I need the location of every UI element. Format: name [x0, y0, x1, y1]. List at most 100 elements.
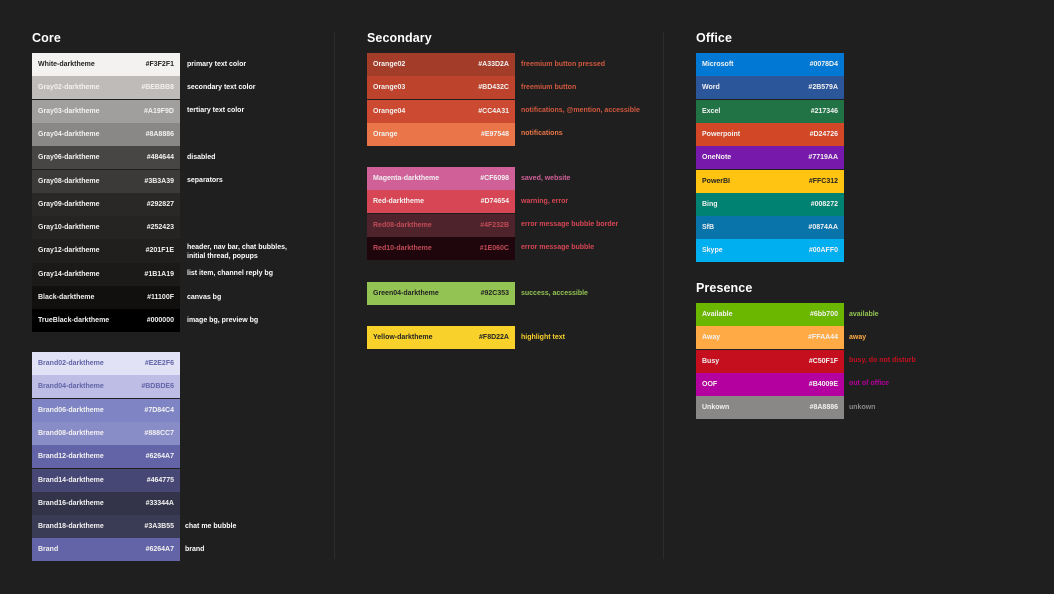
swatch-usage-note-line: list item, channel reply bg	[187, 270, 273, 278]
swatch-name: Brand14-darktheme	[38, 476, 104, 484]
swatch-usage-note-line: header, nav bar, chat bubbles,	[187, 244, 287, 252]
swatch-usage-note: image bg, preview bg	[187, 317, 258, 326]
presence-heading: Presence	[696, 281, 753, 295]
swatch-name: Black-darktheme	[38, 294, 95, 301]
swatch-usage-note: list item, channel reply bg	[187, 270, 273, 279]
swatch-usage-note-line: freemium button	[521, 83, 577, 91]
swatch-hex: #4F232B	[480, 221, 509, 229]
swatch-usage-note: brand	[185, 546, 204, 555]
color-swatch: Green04-darktheme #92C353	[367, 282, 515, 305]
color-swatch: Bing #008272	[696, 192, 844, 216]
color-swatch: Brand16-darktheme #33344A	[32, 491, 180, 515]
color-swatch: Orange02 #A33D2A	[367, 53, 515, 76]
swatch-usage-note-line: brand	[185, 545, 205, 553]
color-swatch: Microsoft #0078D4	[696, 53, 844, 76]
swatch-usage-note-line: secondary text color	[187, 83, 256, 91]
swatch-usage-note: separators	[187, 177, 223, 186]
swatch-usage-note-line: canvas bg	[187, 293, 222, 301]
swatch-hex: #8A8886	[145, 130, 174, 138]
swatch-usage-note-line: primary text color	[187, 60, 247, 68]
color-swatch: PowerBI #FFC312	[696, 169, 844, 193]
swatch-usage-note: freemium button pressed	[521, 61, 605, 70]
swatch-name: White-darktheme	[38, 61, 95, 68]
swatch-hex: #BD432C	[478, 84, 509, 92]
swatch-usage-note-line: image bg, preview bg	[187, 316, 259, 324]
color-swatch: Brand04-darktheme #BDBDE6	[32, 375, 180, 399]
swatch-name: Word	[702, 84, 720, 92]
color-swatch: Red08-darktheme #4F232B	[367, 213, 515, 237]
swatch-name: Powerpoint	[702, 130, 741, 138]
color-swatch: Away #FFAA44	[696, 326, 844, 350]
swatch-hex: #3B3A39	[144, 177, 174, 185]
swatch-name: Brand12-darktheme	[38, 453, 104, 461]
swatch-hex: #1E060C	[479, 244, 509, 252]
swatch-usage-note: success, accessible	[521, 290, 588, 299]
swatch-usage-note: available	[849, 311, 879, 320]
color-swatch: Magenta-darktheme #CF6098	[367, 167, 515, 190]
color-swatch: Gray03-darktheme #A19F9D	[32, 99, 180, 123]
color-swatch: Word #2B579A	[696, 76, 844, 100]
swatch-name: Green04-darktheme	[373, 290, 439, 297]
color-swatch: Gray02-darktheme #BEBBB8	[32, 76, 180, 100]
swatch-name: Orange03	[373, 84, 406, 92]
swatch-name: Orange02	[373, 61, 406, 68]
color-swatch: OOF #B4009E	[696, 372, 844, 396]
color-swatch: Brand #6264A7	[32, 538, 180, 562]
swatch-usage-note-line: disabled	[187, 153, 216, 161]
swatch-hex: #F8D22A	[479, 334, 509, 341]
swatch-hex: #0874AA	[808, 224, 838, 232]
swatch-usage-note-line: unkown	[849, 403, 876, 411]
color-swatch: Brand12-darktheme #6264A7	[32, 445, 180, 469]
swatch-usage-note-line: available	[849, 310, 879, 318]
color-swatch: Unkown #8A8886	[696, 396, 844, 420]
swatch-usage-note-line: away	[849, 333, 867, 341]
swatch-hex: #D24726	[809, 130, 838, 138]
swatch-name: Away	[702, 334, 721, 342]
color-swatch: Gray09-darktheme #292827	[32, 192, 180, 216]
swatch-usage-note-line: freemium button pressed	[521, 60, 606, 68]
swatch-name: Excel	[702, 107, 721, 115]
swatch-usage-note: error message bubble	[521, 244, 594, 253]
swatch-hex: #6264A7	[145, 453, 174, 461]
color-swatch: Skype #00AFF0	[696, 239, 844, 263]
swatch-usage-note-line: warning, error	[521, 197, 569, 205]
swatch-usage-note: warning, error	[521, 198, 568, 207]
color-swatch: Gray10-darktheme #252423	[32, 216, 180, 240]
swatch-hex: #000000	[146, 317, 174, 325]
color-swatch: Red-darktheme #D74654	[367, 190, 515, 214]
swatch-hex: #292827	[146, 200, 174, 208]
swatch-hex: #7719AA	[808, 154, 838, 162]
swatch-hex: #FFC312	[808, 177, 838, 185]
swatch-usage-note: away	[849, 334, 866, 343]
color-swatch: OneNote #7719AA	[696, 146, 844, 170]
swatch-usage-note-line: out of office	[849, 380, 890, 388]
swatch-name: Brand06-darktheme	[38, 406, 104, 414]
color-swatch: Gray12-darktheme #201F1E	[32, 239, 180, 263]
color-swatch: Black-darktheme #11100F	[32, 286, 180, 309]
swatch-hex: #A33D2A	[478, 61, 509, 68]
swatch-usage-note: saved, website	[521, 175, 570, 184]
swatch-usage-note-line: tertiary text color	[187, 107, 245, 115]
swatch-hex: #D74654	[480, 198, 509, 206]
color-swatch: Excel #217346	[696, 99, 844, 123]
color-swatch: Powerpoint #D24726	[696, 122, 844, 146]
core-heading: Core	[32, 31, 61, 45]
swatch-usage-note: notifications, @mention, accessible	[521, 107, 640, 116]
swatch-usage-note-line: saved, website	[521, 174, 571, 182]
color-swatch: Busy #C50F1F	[696, 349, 844, 373]
swatch-hex: #252423	[146, 224, 174, 232]
swatch-hex: #6264A7	[145, 546, 174, 554]
color-swatch: Gray08-darktheme #3B3A39	[32, 169, 180, 193]
swatch-name: Bing	[702, 200, 718, 208]
color-swatch: Orange #E97548	[367, 122, 515, 146]
swatch-name: TrueBlack-darktheme	[38, 317, 110, 325]
swatch-usage-note-line: notifications	[521, 130, 563, 138]
swatch-hex: #2B579A	[808, 84, 838, 92]
swatch-hex: #201F1E	[145, 247, 174, 255]
swatch-usage-note-line: initial thread, popups	[187, 252, 258, 260]
swatch-name: Gray10-darktheme	[38, 224, 100, 232]
color-swatch: Brand08-darktheme #888CC7	[32, 421, 180, 445]
swatch-hex: #1B1A19	[144, 270, 174, 278]
swatch-usage-note-line: highlight text	[521, 333, 565, 341]
swatch-usage-note: out of office	[849, 380, 889, 389]
